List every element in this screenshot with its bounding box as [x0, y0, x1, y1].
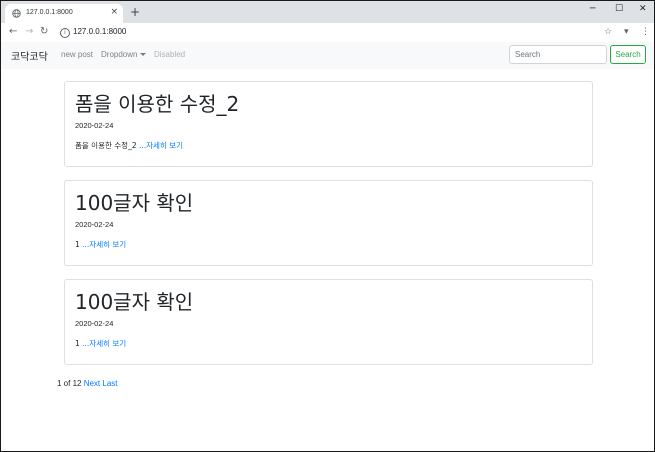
read-more-link[interactable]: ...자세히 보기: [82, 339, 126, 348]
back-icon[interactable]: ←: [9, 26, 17, 38]
pagination-next-link[interactable]: Next: [84, 379, 100, 388]
nav-dropdown-label: Dropdown: [101, 50, 138, 59]
maximize-icon[interactable]: ☐: [615, 3, 623, 15]
read-more-link[interactable]: ...자세히 보기: [139, 141, 183, 150]
post-card: 폼을 이용한 수정_2 2020-02-24 폼을 이용한 수정_2 ...자세…: [64, 81, 593, 167]
extension-icon[interactable]: ▾: [624, 26, 629, 38]
nav-link-new-post[interactable]: new post: [61, 50, 93, 59]
post-excerpt: 폼을 이용한 수정_2 ...자세히 보기: [75, 140, 183, 151]
close-tab-icon[interactable]: ×: [110, 7, 118, 17]
globe-icon: [12, 9, 21, 18]
post-date: 2020-02-24: [75, 319, 114, 328]
bookmark-star-icon[interactable]: ☆: [604, 26, 612, 38]
address-bar[interactable]: i 127.0.0.1:8000: [55, 25, 615, 40]
post-card: 100글자 확인 2020-02-24 1 ...자세히 보기: [64, 279, 593, 365]
browser-tab[interactable]: 127.0.0.1:8000 ×: [5, 4, 123, 23]
tab-strip: 127.0.0.1:8000 × + ─ ☐ ✕: [1, 1, 654, 23]
close-window-icon[interactable]: ✕: [639, 3, 647, 15]
browser-toolbar: ← → ↻ i 127.0.0.1:8000 ☆ ▾ ⋮: [1, 23, 654, 43]
nav-link-disabled: Disabled: [154, 50, 186, 59]
new-tab-icon[interactable]: +: [130, 5, 140, 19]
post-excerpt-text: 폼을 이용한 수정_2: [75, 141, 139, 150]
search-input[interactable]: [509, 45, 607, 64]
tab-title: 127.0.0.1:8000: [26, 9, 73, 16]
post-date: 2020-02-24: [75, 220, 114, 229]
post-title: 100글자 확인: [75, 290, 194, 314]
nav-dropdown[interactable]: Dropdown: [101, 50, 147, 59]
search-button[interactable]: Search: [610, 45, 646, 64]
read-more-link[interactable]: ...자세히 보기: [82, 240, 126, 249]
address-url: 127.0.0.1:8000: [73, 27, 127, 36]
menu-icon[interactable]: ⋮: [641, 26, 650, 38]
navbar-brand[interactable]: 코닥코닥: [11, 48, 48, 63]
minimize-icon[interactable]: ─: [590, 3, 595, 15]
browser-window: 127.0.0.1:8000 × + ─ ☐ ✕ ← → ↻ i 127.0.0…: [0, 0, 655, 452]
info-icon[interactable]: i: [60, 28, 70, 38]
pagination-status: 1 of 12: [57, 379, 82, 388]
post-card: 100글자 확인 2020-02-24 1 ...자세히 보기: [64, 180, 593, 266]
post-date: 2020-02-24: [75, 121, 114, 130]
caret-down-icon: [140, 53, 147, 56]
pagination-last-link[interactable]: Last: [102, 379, 117, 388]
post-title: 폼을 이용한 수정_2: [75, 92, 240, 116]
forward-icon[interactable]: →: [25, 26, 33, 38]
post-excerpt: 1 ...자세히 보기: [75, 338, 126, 349]
pagination: 1 of 12 Next Last: [57, 379, 118, 388]
post-title: 100글자 확인: [75, 191, 194, 215]
reload-icon[interactable]: ↻: [40, 26, 48, 38]
site-navbar: 코닥코닥 new post Dropdown Disabled Search: [1, 42, 654, 69]
post-excerpt: 1 ...자세히 보기: [75, 239, 126, 250]
